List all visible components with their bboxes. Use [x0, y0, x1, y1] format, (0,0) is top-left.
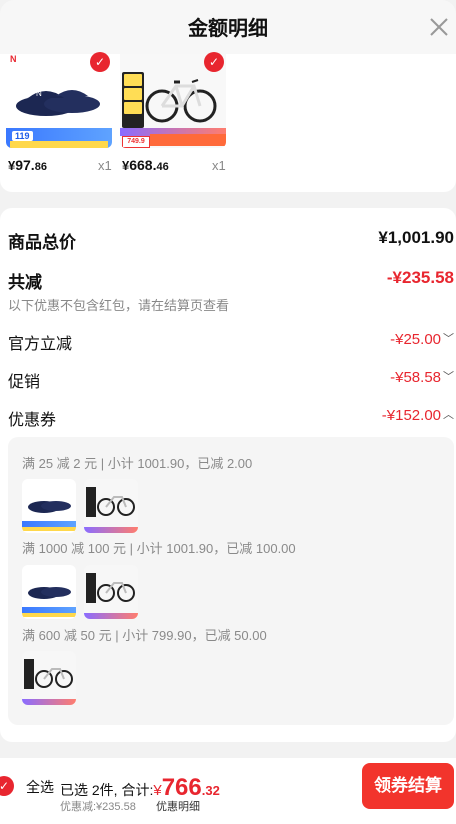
discount-row-coupon[interactable]: 优惠券 -¥152.00 ︿ — [8, 406, 454, 430]
discount-label: 促销 — [8, 374, 41, 391]
discount-value: -¥58.58 ﹀ — [390, 369, 454, 386]
product-strip: N N 119 ✓ 749.9 ✓ ¥97.86 x1 ¥668.46 x1 — [0, 52, 456, 192]
discount-label: 官方立减 — [8, 336, 73, 353]
product-qty: x1 — [212, 158, 226, 173]
close-icon[interactable] — [426, 14, 452, 40]
total-label: 商品总价 — [8, 233, 76, 252]
discount-detail-link[interactable]: 优惠明细 — [156, 798, 200, 814]
checkout-button[interactable]: 领券结算 — [362, 763, 454, 809]
coupon-rule: 满 600 减 50 元 | 小计 799.90，已减 50.00 — [22, 628, 267, 643]
reduce-value: -¥235.58 — [386, 268, 454, 287]
total-row: 商品总价 ¥1,001.90 — [8, 228, 454, 252]
product-qty: x1 — [98, 158, 112, 173]
product-check-icon[interactable]: ✓ — [204, 52, 224, 72]
coupon-item-bike — [84, 565, 138, 619]
reduce-label: 共减 — [8, 273, 42, 292]
product-check-icon[interactable]: ✓ — [90, 52, 110, 72]
page-title: 金额明细 — [188, 18, 268, 40]
coupon-rule: 满 1000 减 100 元 | 小计 1001.90，已减 100.00 — [22, 541, 296, 556]
amount-summary: 商品总价 ¥1,001.90 共减 -¥235.58 以下优惠不包含红包，请在结… — [0, 208, 456, 742]
coupon-item-sandal — [22, 479, 76, 533]
chevron-down-icon: ﹀ — [443, 371, 454, 383]
coupon-rule: 满 25 减 2 元 | 小计 1001.90，已减 2.00 — [22, 456, 253, 471]
discount-row-official[interactable]: 官方立减 -¥25.00 ﹀ — [8, 330, 454, 354]
discount-row-promo[interactable]: 促销 -¥58.58 ﹀ — [8, 368, 454, 392]
svg-text:N: N — [10, 54, 17, 64]
total-value: ¥1,001.90 — [378, 228, 454, 247]
discount-value: -¥152.00 ︿ — [381, 407, 454, 424]
select-all-check-icon[interactable]: ✓ — [0, 776, 14, 796]
select-all-label[interactable]: 全选 — [26, 777, 54, 797]
coupon-item-bike — [84, 479, 138, 533]
sheet-header: 金额明细 — [0, 0, 456, 54]
chevron-down-icon: ﹀ — [443, 333, 454, 345]
coupon-item-bike — [22, 651, 76, 705]
product-price: ¥97.86 — [8, 157, 47, 173]
discount-value: -¥25.00 ﹀ — [390, 331, 454, 348]
coupon-item-sandal — [22, 565, 76, 619]
chevron-up-icon: ︿ — [443, 409, 454, 421]
reduce-row: 共减 -¥235.58 — [8, 268, 454, 292]
discount-label: 优惠券 — [8, 412, 57, 429]
discount-total: 优惠减:¥235.58 — [60, 801, 136, 813]
discount-note: 以下优惠不包含红包，请在结算页查看 — [8, 298, 230, 313]
svg-text:N: N — [36, 89, 42, 98]
checkout-bar: ✓ 全选 已选 2件, 合计:¥766.32 优惠减:¥235.58 优惠明细 … — [0, 758, 456, 824]
coupon-detail-box: 满 25 减 2 元 | 小计 1001.90，已减 2.00 满 1000 减… — [8, 437, 454, 725]
product-price: ¥668.46 — [122, 157, 169, 173]
